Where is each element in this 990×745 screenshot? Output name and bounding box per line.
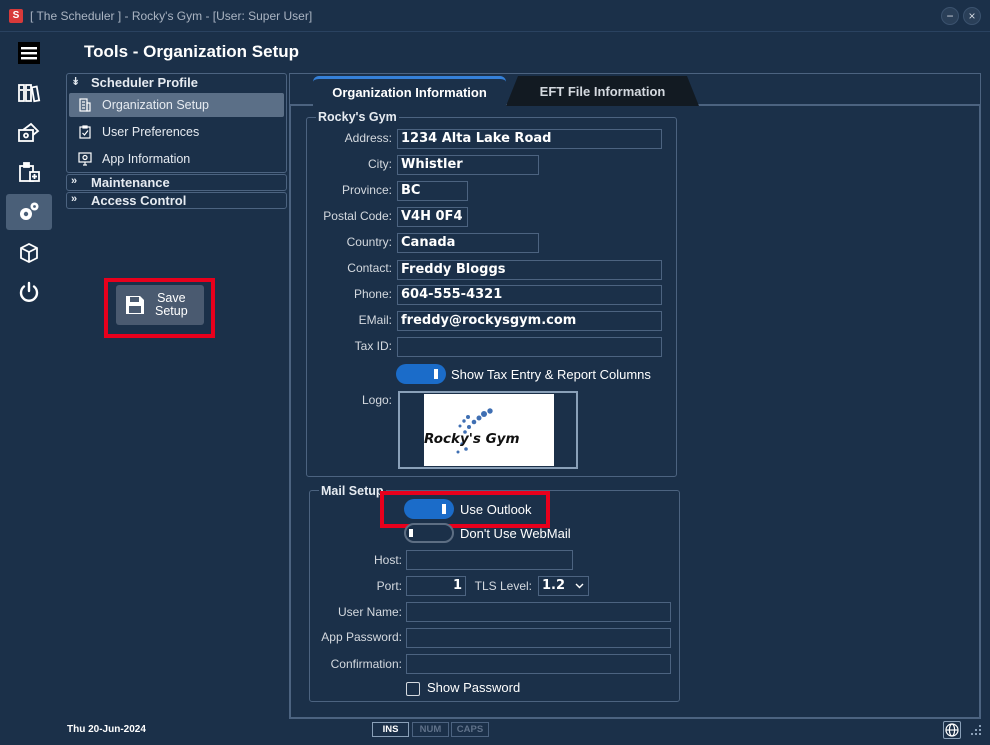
show-password-label: Show Password <box>427 680 521 695</box>
payment-icon[interactable] <box>6 115 52 151</box>
save-label-line2: Setup <box>155 304 188 318</box>
logo-text: Rocky's Gym <box>424 431 520 447</box>
user-name-field[interactable] <box>406 602 671 622</box>
logo-label: Logo: <box>361 393 392 407</box>
menu-icon[interactable] <box>6 35 52 71</box>
show-tax-toggle-label: Show Tax Entry & Report Columns <box>451 367 651 382</box>
postal-code-label: Postal Code: <box>323 209 392 223</box>
clipboard-icon[interactable] <box>6 154 52 190</box>
package-icon[interactable] <box>6 235 52 271</box>
binders-icon[interactable] <box>6 75 52 111</box>
globe-icon <box>945 723 959 737</box>
contact-label: Contact: <box>347 261 392 275</box>
country-label: Country: <box>346 235 392 249</box>
use-outlook-label: Use Outlook <box>460 502 532 517</box>
tree-item-app-information[interactable]: App Information <box>69 147 284 171</box>
clipboard-check-icon <box>79 125 91 139</box>
power-icon[interactable] <box>6 274 52 310</box>
phone-label: Phone: <box>353 287 392 301</box>
phone-field[interactable]: 604-555-4321 <box>397 285 662 305</box>
tree-header-scheduler-profile[interactable]: Scheduler Profile <box>91 75 198 90</box>
building-icon <box>79 98 91 112</box>
tls-level-label: TLS Level: <box>474 579 532 593</box>
tree-item-label: Organization Setup <box>102 98 210 112</box>
tree-item-label: App Information <box>102 152 191 166</box>
app-password-label: App Password: <box>321 630 402 644</box>
webmail-toggle[interactable] <box>404 523 454 543</box>
webmail-label: Don't Use WebMail <box>460 526 571 541</box>
tab-organization-information[interactable]: Organization Information <box>313 76 506 106</box>
tax-id-label: Tax ID: <box>354 339 392 353</box>
tls-level-value: 1.2 <box>542 578 566 593</box>
tree-item-user-preferences[interactable]: User Preferences <box>69 120 284 144</box>
close-button[interactable]: × <box>963 7 981 25</box>
logo-image: Rocky's Gym <box>424 394 554 466</box>
use-outlook-toggle[interactable] <box>404 499 454 519</box>
tax-id-field[interactable] <box>397 337 662 357</box>
port-field[interactable]: 1 <box>406 576 466 596</box>
host-field[interactable] <box>406 550 573 570</box>
host-label: Host: <box>373 553 402 567</box>
address-label: Address: <box>344 131 392 145</box>
minimize-button[interactable]: − <box>941 7 959 25</box>
mail-setup-group-title: Mail Setup <box>319 484 386 498</box>
tab-eft-file-information[interactable]: EFT File Information <box>506 76 699 106</box>
country-field[interactable]: Canada <box>397 233 539 253</box>
tls-level-select[interactable]: 1.2 <box>538 576 589 596</box>
app-password-field[interactable] <box>406 628 671 648</box>
postal-code-field[interactable]: V4H 0F4 <box>397 207 468 227</box>
city-label: City: <box>368 157 392 171</box>
email-field[interactable]: freddy@rockysgym.com <box>397 311 662 331</box>
province-label: Province: <box>341 183 392 197</box>
resize-grip-icon[interactable] <box>966 722 984 738</box>
globe-button[interactable] <box>943 721 961 739</box>
confirmation-label: Confirmation: <box>330 657 402 671</box>
caps-indicator: CAPS <box>451 722 489 737</box>
logo-image-box[interactable]: Rocky's Gym <box>398 391 578 469</box>
monitor-info-icon <box>78 152 92 166</box>
window-title: [ The Scheduler ] - Rocky's Gym - [User:… <box>30 9 313 23</box>
tree-item-organization-setup[interactable]: Organization Setup <box>69 93 284 117</box>
status-date: Thu 20-Jun-2024 <box>67 724 146 735</box>
organization-group-title: Rocky's Gym <box>316 110 399 124</box>
settings-icon[interactable] <box>6 194 52 230</box>
floppy-disk-icon <box>126 296 144 314</box>
chevron-down-icon <box>575 583 584 589</box>
email-label: EMail: <box>358 313 392 327</box>
show-tax-toggle[interactable] <box>396 364 446 384</box>
city-field[interactable]: Whistler <box>397 155 539 175</box>
port-label: Port: <box>376 579 402 593</box>
expand-chevron-icon[interactable]: » <box>71 193 77 205</box>
tree-header-maintenance[interactable]: Maintenance <box>91 175 170 190</box>
address-field[interactable]: 1234 Alta Lake Road <box>397 129 662 149</box>
confirmation-field[interactable] <box>406 654 671 674</box>
expand-chevron-icon[interactable]: » <box>71 175 77 187</box>
app-logo-icon: S <box>9 9 23 23</box>
collapse-chevron-icon[interactable]: ↡ <box>71 75 80 88</box>
contact-field[interactable]: Freddy Bloggs <box>397 260 662 280</box>
user-name-label: User Name: <box>337 605 402 619</box>
province-field[interactable]: BC <box>397 181 468 201</box>
tree-header-access-control[interactable]: Access Control <box>91 193 186 208</box>
show-password-checkbox[interactable] <box>406 682 420 696</box>
page-title: Tools - Organization Setup <box>84 42 300 61</box>
num-indicator: NUM <box>412 722 449 737</box>
ins-indicator: INS <box>372 722 409 737</box>
save-setup-button[interactable]: Save Setup <box>116 285 204 325</box>
tree-item-label: User Preferences <box>102 125 200 139</box>
